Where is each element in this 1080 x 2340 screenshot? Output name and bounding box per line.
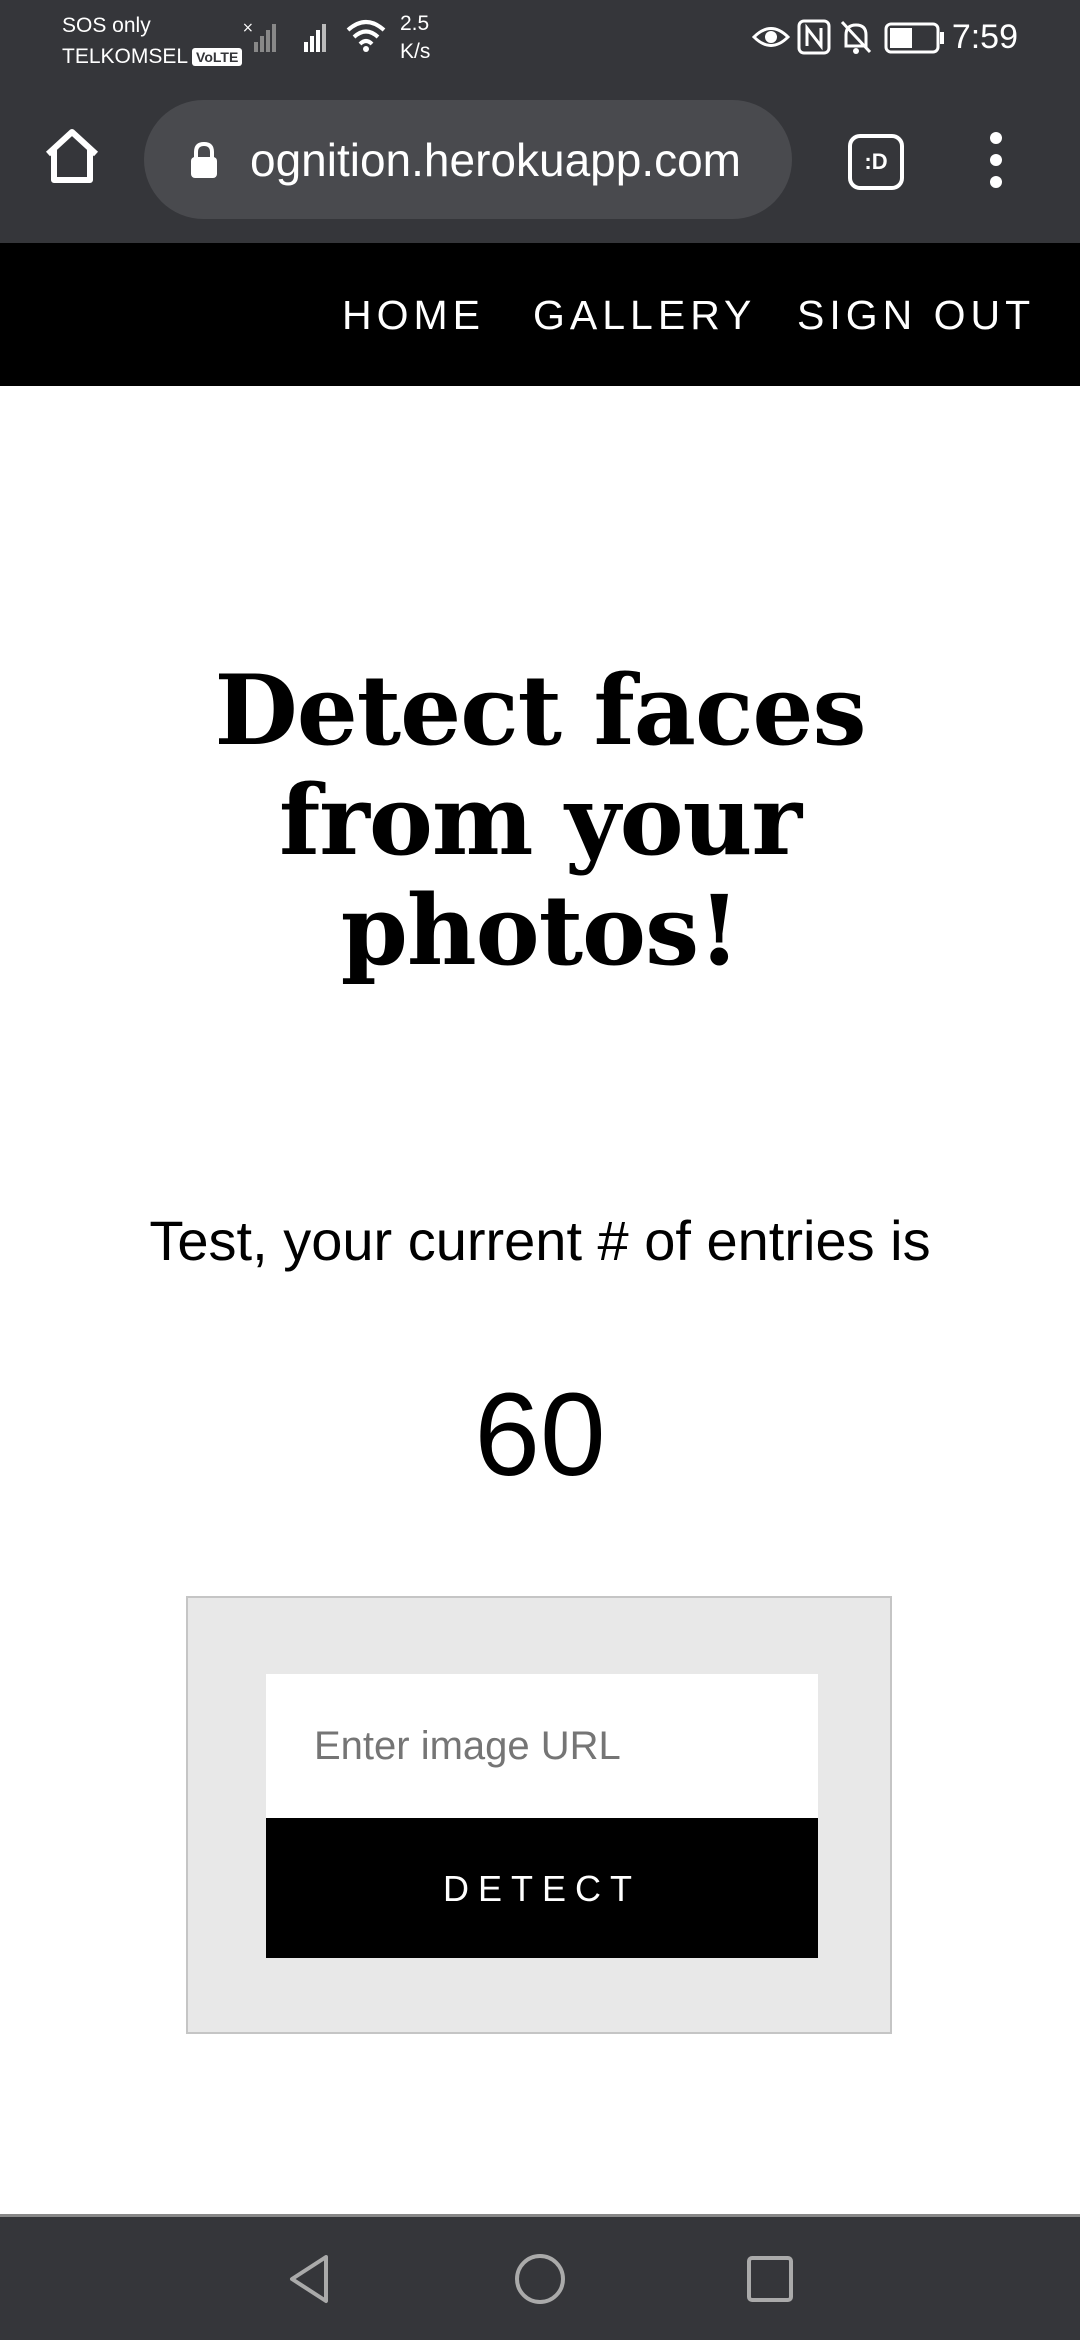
clock-time: 7:59 — [951, 18, 1018, 56]
url-text: ognition.herokuapp.com — [250, 134, 741, 186]
nfc-icon — [797, 19, 831, 55]
lock-icon — [191, 141, 217, 178]
site-navbar: HOME GALLERY SIGN OUT — [0, 243, 1080, 386]
wifi-icon — [346, 20, 386, 52]
back-icon[interactable] — [282, 2251, 338, 2307]
carrier-line-2: TELKOMSEL — [62, 45, 189, 68]
speed-value: 2.5 — [400, 12, 430, 35]
recents-icon[interactable] — [742, 2251, 798, 2307]
nav-home-link[interactable]: HOME — [342, 290, 485, 340]
detect-button[interactable]: DETECT — [266, 1818, 818, 1958]
more-vert-icon[interactable] — [978, 128, 1014, 192]
home-circle-icon[interactable] — [512, 2251, 568, 2307]
signal-icon — [304, 24, 326, 52]
speed-unit: K/s — [400, 40, 431, 63]
volte-badge: VoLTE — [192, 48, 243, 67]
carrier-line-2-wrap: TELKOMSEL VoLTE — [62, 41, 243, 72]
address-bar[interactable]: ognition.herokuapp.com — [144, 100, 792, 219]
network-speed: 2.5 K/s — [400, 10, 430, 66]
eye-icon — [752, 27, 790, 47]
entries-count: 60 — [474, 1369, 606, 1501]
svg-text:×: × — [242, 20, 254, 36]
tab-switcher-button[interactable]: :D — [848, 134, 904, 190]
image-url-input[interactable] — [266, 1674, 818, 1818]
home-icon[interactable] — [40, 124, 104, 188]
browser-toolbar: ognition.herokuapp.com :D — [0, 84, 1080, 243]
battery-icon — [884, 22, 944, 54]
system-navigation-bar — [0, 2214, 1080, 2340]
nav-sign-out-link[interactable]: SIGN OUT — [797, 290, 1035, 340]
page-headline: Detect faces from your photos! — [214, 654, 866, 987]
carrier-info: SOS only TELKOMSEL VoLTE — [62, 10, 243, 72]
entries-text: Test, your current # of entries is — [149, 1209, 931, 1272]
bell-off-icon — [840, 20, 872, 54]
carrier-line-1: SOS only — [62, 14, 151, 37]
nav-gallery-link[interactable]: GALLERY — [533, 290, 756, 340]
no-signal-icon: × — [242, 20, 276, 52]
image-url-form: DETECT — [186, 1596, 892, 2034]
status-bar: SOS only TELKOMSEL VoLTE × 2.5 K/s 7:59 — [0, 0, 1080, 84]
